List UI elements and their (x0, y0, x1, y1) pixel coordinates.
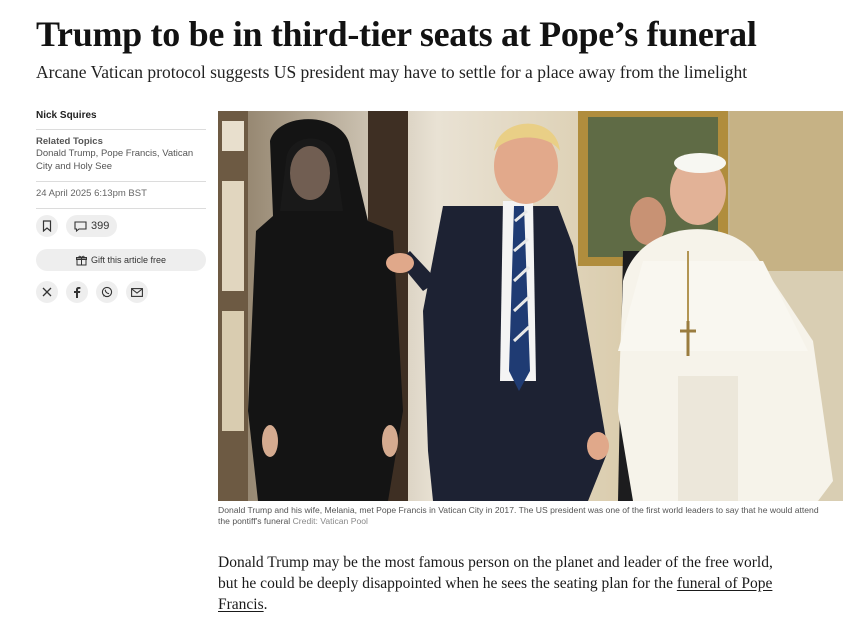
photo-credit: Credit: Vatican Pool (292, 516, 368, 526)
x-icon (42, 287, 52, 297)
article-body-paragraph: Donald Trump may be the most famous pers… (218, 552, 778, 615)
bookmark-button[interactable] (36, 215, 58, 237)
related-topics-list[interactable]: Donald Trump, Pope Francis, Vatican City… (36, 148, 206, 173)
article-standfirst: Arcane Vatican protocol suggests US pres… (36, 62, 748, 82)
photo-illustration (218, 111, 843, 501)
share-email-button[interactable] (126, 281, 148, 303)
article-actions: 399 (36, 215, 206, 237)
email-icon (131, 287, 143, 297)
gift-label: Gift this article free (90, 255, 167, 265)
share-facebook-button[interactable] (66, 281, 88, 303)
comment-count: 399 (91, 220, 110, 232)
facebook-icon (74, 287, 81, 298)
share-buttons (36, 281, 206, 303)
whatsapp-icon (101, 286, 113, 298)
body-text-after-link: . (263, 596, 268, 613)
divider (36, 208, 206, 209)
gift-icon (75, 255, 87, 265)
article-photo (218, 111, 843, 501)
bookmark-icon (42, 220, 52, 232)
article-sidebar: Nick Squires Related Topics Donald Trump… (36, 110, 206, 303)
photo-caption: Donald Trump and his wife, Melania, met … (218, 505, 828, 527)
divider (36, 181, 206, 182)
comments-button[interactable]: 399 (66, 215, 118, 237)
divider (36, 129, 206, 130)
article-headline: Trump to be in third-tier seats at Pope’… (36, 14, 757, 54)
gift-article-button[interactable]: Gift this article free (36, 249, 206, 271)
author-name[interactable]: Nick Squires (36, 110, 206, 121)
share-x-button[interactable] (36, 281, 58, 303)
speech-bubble-icon (74, 220, 87, 232)
publish-date: 24 April 2025 6:13pm BST (36, 188, 147, 199)
related-topics-title: Related Topics (36, 136, 103, 147)
share-whatsapp-button[interactable] (96, 281, 118, 303)
